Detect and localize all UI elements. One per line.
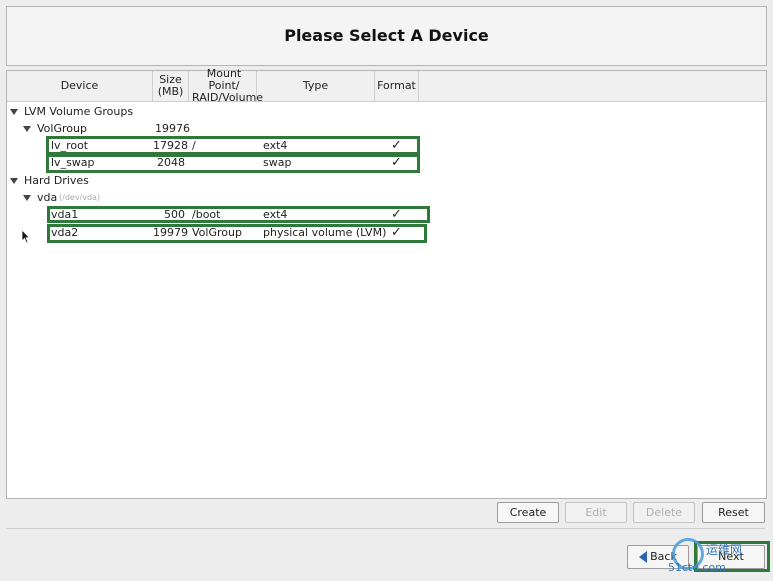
watermark-brand: 运维网 <box>706 543 743 557</box>
group-label: LVM Volume Groups <box>24 105 134 118</box>
divider <box>6 528 765 529</box>
mouse-cursor-icon <box>21 229 31 244</box>
group-label: Hard Drives <box>24 174 89 187</box>
column-header-bar: Device Size (MB) Mount Point/ RAID/Volum… <box>7 68 766 104</box>
highlight-box <box>47 224 427 243</box>
tree-row-volgroup[interactable]: VolGroup 19976 <box>7 120 766 137</box>
back-arrow-icon <box>639 551 648 563</box>
tree-group-hard-drives[interactable]: Hard Drives <box>7 172 766 189</box>
edit-button[interactable]: Edit <box>565 502 627 523</box>
highlight-box <box>46 136 420 155</box>
column-device[interactable]: Device <box>7 71 153 101</box>
create-button[interactable]: Create <box>497 502 559 523</box>
column-type[interactable]: Type <box>257 71 375 101</box>
expander-arrow-icon[interactable] <box>10 109 18 115</box>
tree-row-vda[interactable]: vda (/dev/vda) <box>7 189 766 206</box>
reset-button[interactable]: Reset <box>702 502 765 523</box>
device-path: (/dev/vda) <box>59 193 101 202</box>
device-size: 19976 <box>155 122 190 135</box>
device-name: VolGroup <box>37 122 87 135</box>
expander-arrow-icon[interactable] <box>23 195 31 201</box>
expander-arrow-icon[interactable] <box>10 178 18 184</box>
title-banner: Please Select A Device <box>6 6 767 66</box>
highlight-box <box>46 154 420 173</box>
expander-arrow-icon[interactable] <box>23 126 31 132</box>
highlight-box <box>47 206 430 223</box>
column-mount-point[interactable]: Mount Point/ RAID/Volume <box>189 68 263 104</box>
device-name: vda <box>37 191 58 204</box>
column-format[interactable]: Format <box>375 71 419 101</box>
tree-group-lvm[interactable]: LVM Volume Groups <box>7 103 766 120</box>
device-tree-panel[interactable]: Device Size (MB) Mount Point/ RAID/Volum… <box>6 68 767 499</box>
delete-button[interactable]: Delete <box>633 502 695 523</box>
column-size[interactable]: Size (MB) <box>153 71 189 101</box>
watermark-site: 51cto.com <box>668 561 726 574</box>
page-title: Please Select A Device <box>284 26 489 45</box>
